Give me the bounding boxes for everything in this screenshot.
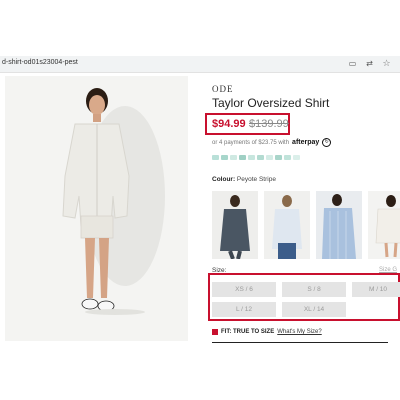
thumbnail-1[interactable] <box>212 191 258 259</box>
afterpay-logo[interactable]: afterpay <box>292 139 319 146</box>
thumbnail-3[interactable] <box>316 191 362 259</box>
size-option[interactable]: XL / 14 <box>282 302 346 317</box>
thumbnail-image <box>212 191 258 259</box>
whats-my-size-link[interactable]: What's My Size? <box>277 329 322 335</box>
swatch-chip[interactable] <box>221 155 228 160</box>
model-photo-illustration <box>5 76 188 341</box>
thumbnail-image <box>264 191 310 259</box>
size-selector: XS / 6 S / 8 M / 10 L / 12 XL / 14 <box>212 282 400 317</box>
browser-url-bar[interactable]: d-shirt-od01s23004-pest ▭ ⇄ ☆ <box>0 56 400 73</box>
price-highlight-box: $94.99 $139.99 <box>205 113 290 135</box>
size-option[interactable]: S / 8 <box>282 282 346 297</box>
thumbnail-2[interactable] <box>264 191 310 259</box>
size-option[interactable]: L / 12 <box>212 302 276 317</box>
size-option[interactable]: M / 10 <box>352 282 400 297</box>
brand-name[interactable]: ODE <box>212 84 234 94</box>
thumbnail-gallery <box>212 191 400 259</box>
swatch-chip[interactable] <box>266 155 273 160</box>
colour-value: Peyote Stripe <box>236 176 276 183</box>
swatch-strip <box>212 155 300 160</box>
section-divider <box>212 342 388 343</box>
thumbnail-image <box>316 191 362 259</box>
size-option[interactable]: XS / 6 <box>212 282 276 297</box>
swatch-chip[interactable] <box>230 155 237 160</box>
thumbnail-4[interactable] <box>368 191 400 259</box>
swatch-chip[interactable] <box>239 155 246 160</box>
swatch-chip[interactable] <box>284 155 291 160</box>
colour-label: Colour: <box>212 176 236 183</box>
installments-text: or 4 payments of $23.75 with <box>212 139 290 146</box>
product-title: Taylor Oversized Shirt <box>212 96 330 110</box>
afterpay-badge-icon: ↻ <box>322 138 332 147</box>
cast-icon[interactable]: ▭ <box>347 58 358 69</box>
swatch-chip[interactable] <box>275 155 282 160</box>
original-price: $139.99 <box>249 118 289 130</box>
swatch-chip[interactable] <box>293 155 300 160</box>
colour-line: Colour: Peyote Stripe <box>212 176 276 183</box>
fit-info: FIT: TRUE TO SIZE What's My Size? <box>212 329 322 335</box>
translate-icon[interactable]: ⇄ <box>364 58 375 69</box>
swatch-chip[interactable] <box>248 155 255 160</box>
swatch-chip[interactable] <box>257 155 264 160</box>
swatch-chip[interactable] <box>212 155 219 160</box>
fit-label: FIT: TRUE TO SIZE <box>221 329 275 335</box>
url-bar-icons: ▭ ⇄ ☆ <box>347 58 392 69</box>
fit-flag-icon <box>212 329 218 335</box>
installments-info[interactable]: or 4 payments of $23.75 with afterpay ↻ <box>212 138 332 147</box>
sale-price: $94.99 <box>212 118 246 130</box>
thumbnail-image <box>368 191 400 259</box>
product-main-image[interactable] <box>5 76 188 341</box>
star-icon[interactable]: ☆ <box>381 58 392 69</box>
url-text[interactable]: d-shirt-od01s23004-pest <box>2 59 78 66</box>
